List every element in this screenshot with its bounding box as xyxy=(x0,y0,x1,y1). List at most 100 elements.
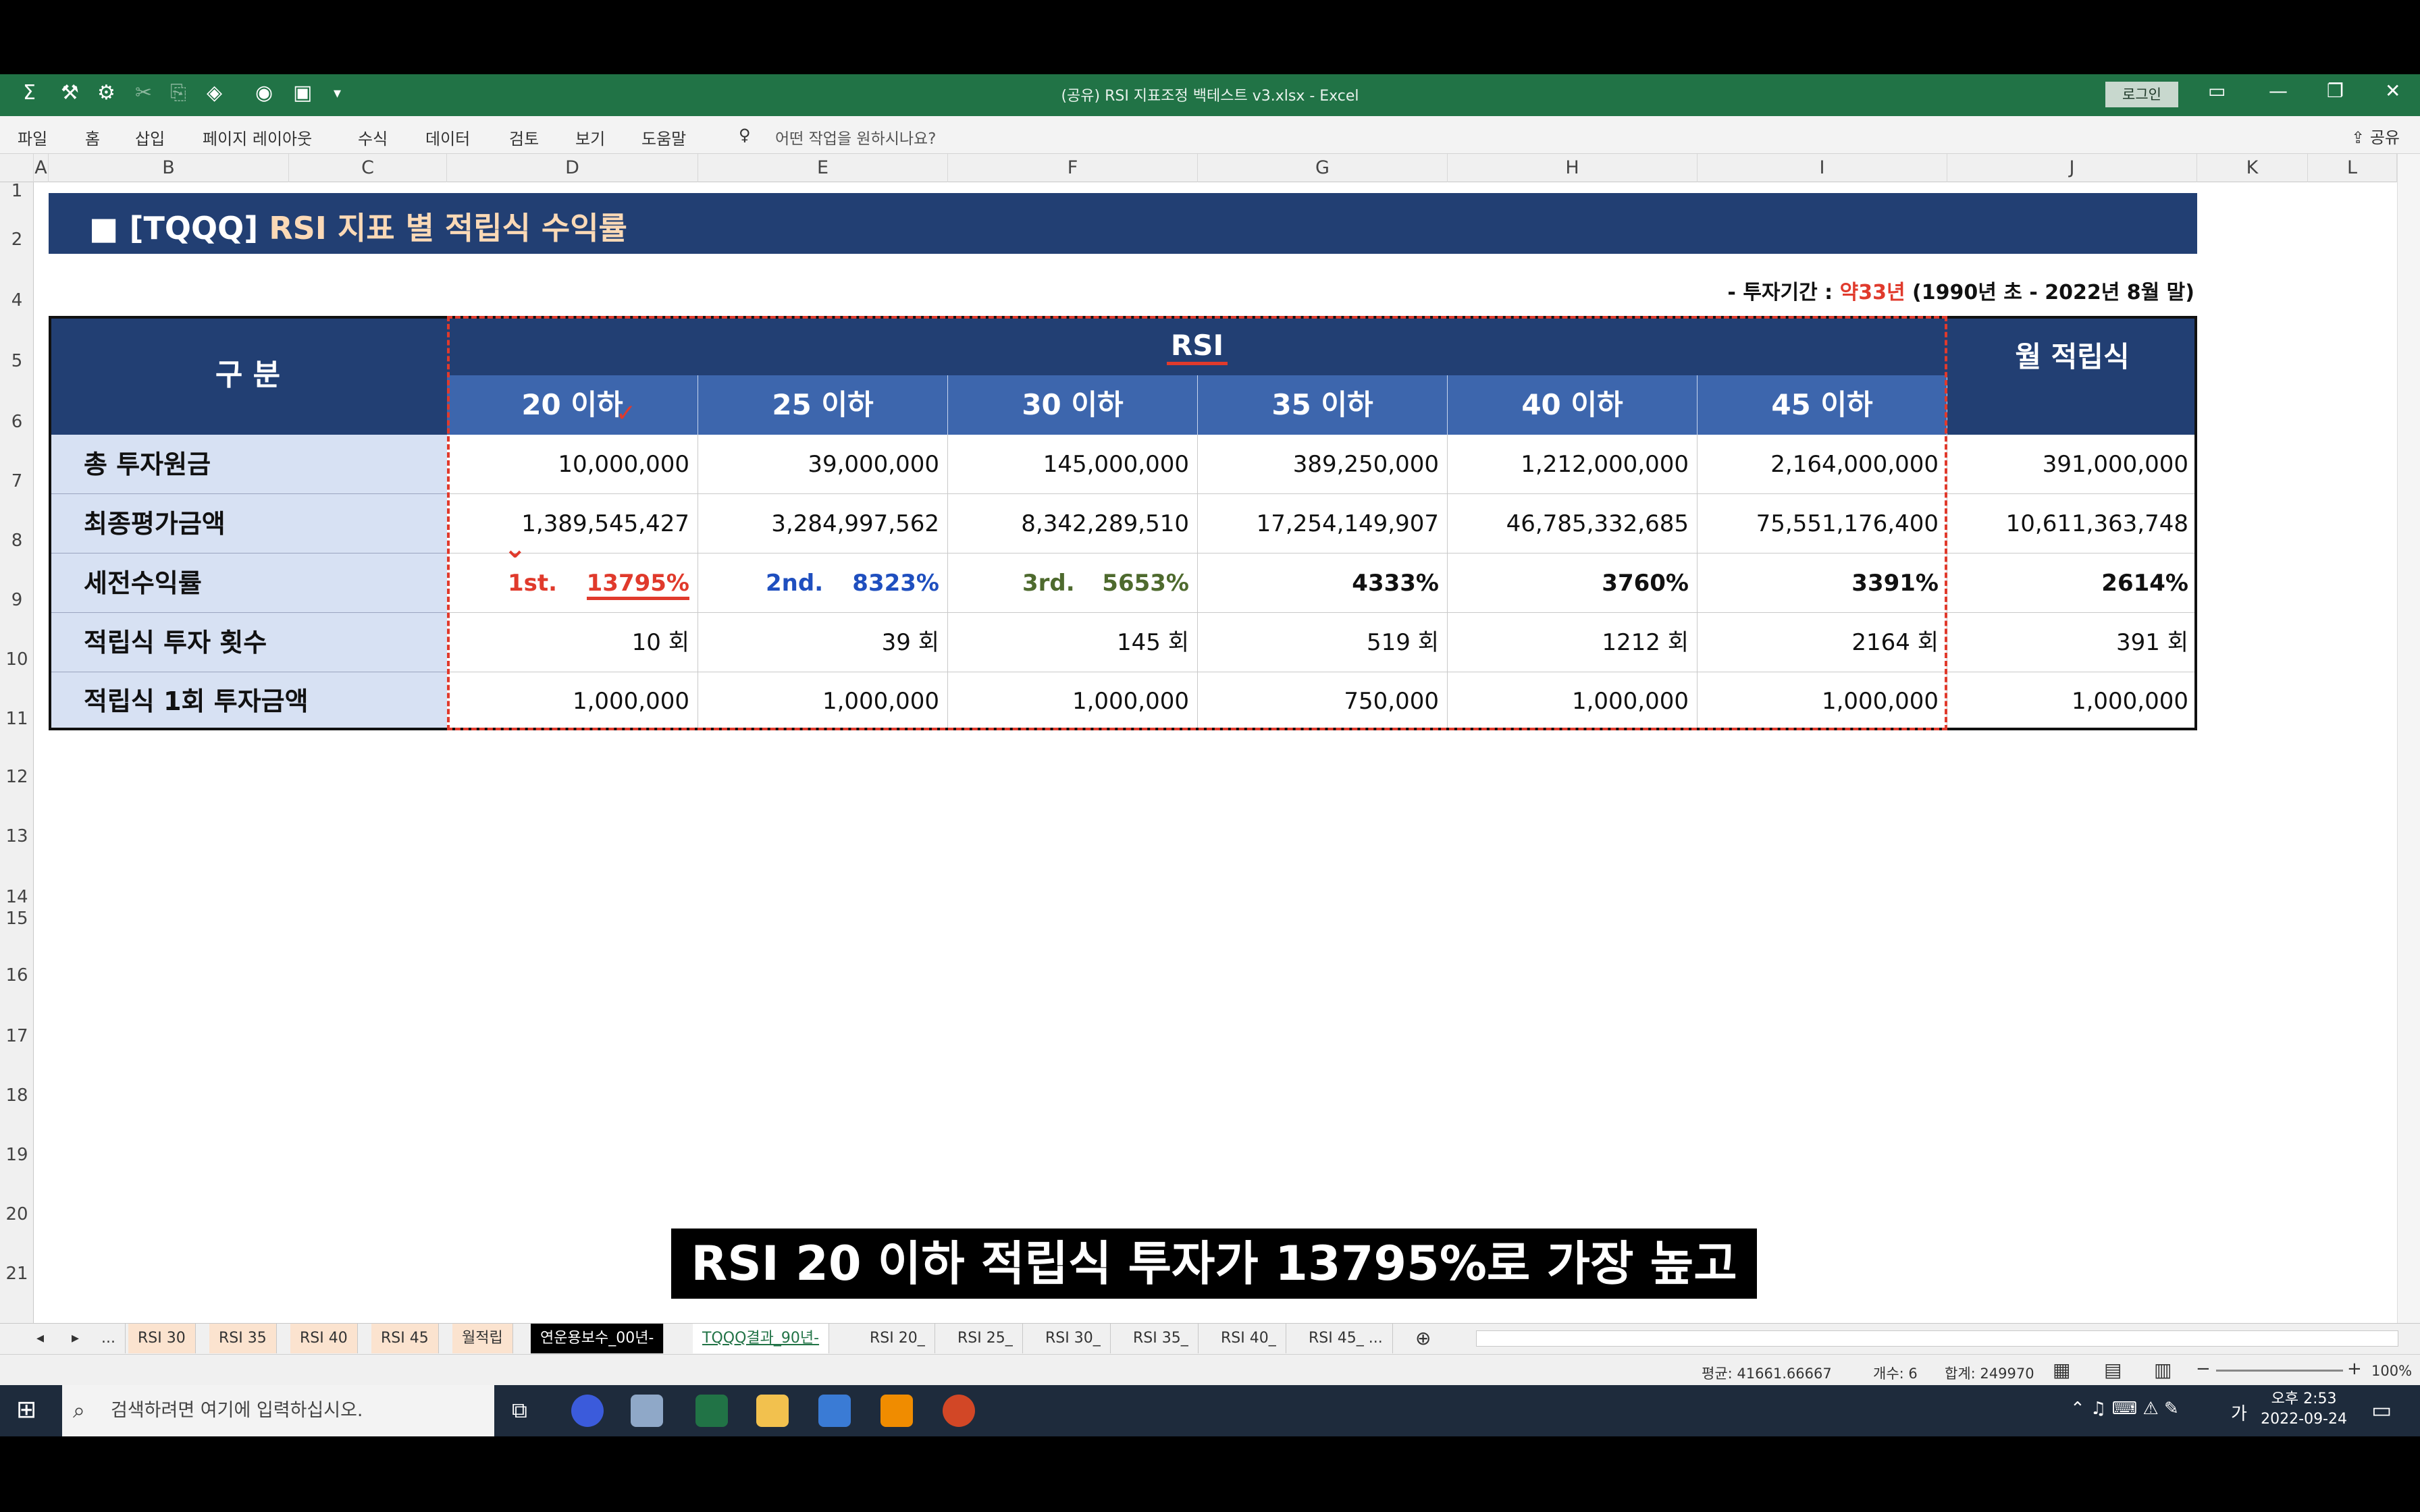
restore-icon[interactable]: ❐ xyxy=(2327,80,2344,102)
row-header[interactable]: 18 xyxy=(0,1085,34,1106)
notifications-icon[interactable]: ▭ xyxy=(2371,1397,2392,1423)
taskbar-search-input[interactable]: 검색하려면 여기에 입력하십시오. xyxy=(62,1385,494,1436)
tab-file[interactable]: 파일 xyxy=(18,126,47,149)
whale-browser-icon[interactable] xyxy=(571,1395,604,1427)
excel-icon[interactable] xyxy=(695,1395,728,1427)
taskbar: ⊞ 검색하려면 여기에 입력하십시오. ⌕ ⧉ ⌃ ♫ ⌨ ⚠ ✎ 가 오후 2… xyxy=(0,1385,2420,1436)
row-header[interactable]: 17 xyxy=(0,1026,34,1046)
sheet-tab[interactable]: RSI 35_ xyxy=(1124,1324,1199,1353)
row-header[interactable]: 2 xyxy=(0,230,34,250)
sheet-tab[interactable]: RSI 40 xyxy=(290,1324,358,1353)
ribbon-tabs: 파일 홈 삽입 페이지 레이아웃 수식 데이터 검토 보기 도움말 ♀ 어떤 작… xyxy=(0,116,2420,154)
tab-help[interactable]: 도움말 xyxy=(641,126,686,149)
clock-date: 2022-09-24 xyxy=(2261,1411,2347,1428)
row-header[interactable]: 15 xyxy=(0,909,34,929)
column-header-c[interactable]: C xyxy=(289,154,447,182)
row-header[interactable]: 16 xyxy=(0,965,34,986)
banner-square-icon: ■ xyxy=(89,210,119,246)
sheet-tab[interactable]: RSI 20_ xyxy=(860,1324,935,1353)
ribbon-display-icon[interactable]: ▭ xyxy=(2208,80,2226,102)
task-view-icon[interactable]: ⧉ xyxy=(512,1397,527,1424)
normal-view-icon[interactable]: ▦ xyxy=(2053,1359,2070,1381)
scroll-tabs-left-icon[interactable]: ◂ xyxy=(27,1324,53,1353)
sheet-tab[interactable]: 연운용보수_00년- xyxy=(531,1324,664,1353)
powerpoint-icon[interactable] xyxy=(943,1395,975,1427)
column-header-a[interactable]: A xyxy=(34,154,49,182)
share-label: 공유 xyxy=(2369,128,2400,147)
login-button[interactable]: 로그인 xyxy=(2105,82,2178,107)
sheet-tab[interactable]: RSI 30 xyxy=(128,1324,196,1353)
column-header-g[interactable]: G xyxy=(1198,154,1448,182)
file-explorer-icon[interactable] xyxy=(756,1395,789,1427)
minimize-icon[interactable]: — xyxy=(2269,80,2288,102)
zoom-out-icon[interactable]: − xyxy=(2196,1359,2211,1379)
app-icon[interactable] xyxy=(818,1395,851,1427)
period-suffix: (1990년 초 - 2022년 8월 말) xyxy=(1912,281,2194,304)
sheet-tab[interactable]: RSI 25_ xyxy=(948,1324,1023,1353)
row-header[interactable]: 13 xyxy=(0,826,34,846)
zoom-level[interactable]: 100% xyxy=(2371,1363,2412,1379)
row-header[interactable]: 21 xyxy=(0,1264,34,1284)
zoom-in-icon[interactable]: + xyxy=(2347,1359,2362,1379)
sheet-tab-bar: ◂ ▸ ... RSI 30 RSI 35 RSI 40 RSI 45 월적립 … xyxy=(0,1323,2420,1354)
vertical-scrollbar[interactable] xyxy=(2397,154,2420,1323)
scroll-tabs-right-icon[interactable]: ▸ xyxy=(62,1324,88,1353)
sheet-tab-more[interactable]: ... xyxy=(92,1324,126,1353)
page-break-view-icon[interactable]: ▥ xyxy=(2154,1359,2172,1381)
zoom-slider[interactable] xyxy=(2216,1370,2343,1372)
column-header-e[interactable]: E xyxy=(698,154,948,182)
row-header[interactable]: 10 xyxy=(0,649,34,670)
column-header-h[interactable]: H xyxy=(1448,154,1698,182)
row-header[interactable]: 4 xyxy=(0,290,34,310)
taskbar-clock[interactable]: 오후 2:53 2022-09-24 xyxy=(2261,1389,2347,1430)
column-header-b[interactable]: B xyxy=(49,154,289,182)
tab-view[interactable]: 보기 xyxy=(575,126,605,149)
tab-insert[interactable]: 삽입 xyxy=(135,126,165,149)
column-header-j[interactable]: J xyxy=(1947,154,2197,182)
column-header-f[interactable]: F xyxy=(948,154,1198,182)
add-sheet-icon[interactable]: ⊕ xyxy=(1406,1324,1440,1353)
sheet-tab[interactable]: RSI 30_ xyxy=(1036,1324,1111,1353)
row-header[interactable]: 6 xyxy=(0,412,34,432)
tab-review[interactable]: 검토 xyxy=(509,126,539,149)
bottom-letterbox xyxy=(0,1436,2420,1512)
tab-page-layout[interactable]: 페이지 레이아웃 xyxy=(203,126,312,149)
tab-data[interactable]: 데이터 xyxy=(425,126,470,149)
sheet-tab[interactable]: 월적립 xyxy=(452,1324,513,1353)
windows-start-icon[interactable]: ⊞ xyxy=(16,1396,36,1424)
app-icon[interactable] xyxy=(631,1395,663,1427)
sheet-tab[interactable]: RSI 45 xyxy=(371,1324,439,1353)
column-header-l[interactable]: L xyxy=(2308,154,2397,182)
share-button[interactable]: ⇪ 공유 xyxy=(2351,124,2400,148)
sheet-tab-active[interactable]: TQQQ결과_90년- xyxy=(693,1324,830,1353)
tray-icons[interactable]: ⌃ ♫ ⌨ ⚠ ✎ xyxy=(2070,1399,2179,1419)
tell-me-box[interactable]: 어떤 작업을 원하시나요? xyxy=(775,126,936,148)
row-header[interactable]: 19 xyxy=(0,1145,34,1165)
horizontal-scrollbar[interactable] xyxy=(1476,1330,2398,1347)
row-header[interactable]: 11 xyxy=(0,709,34,729)
sheet-tab[interactable]: RSI 45_ ... xyxy=(1299,1324,1393,1353)
column-header-k[interactable]: K xyxy=(2197,154,2308,182)
period-prefix: - 투자기간 : xyxy=(1727,281,1833,304)
tab-home[interactable]: 홈 xyxy=(85,126,100,149)
row-header[interactable]: 12 xyxy=(0,767,34,787)
magnifier-app-icon[interactable] xyxy=(880,1395,913,1427)
column-header-i[interactable]: I xyxy=(1698,154,1947,182)
sheet-tab[interactable]: RSI 35 xyxy=(209,1324,277,1353)
arrow-annotation: ⌄ xyxy=(504,533,527,564)
column-header-d[interactable]: D xyxy=(447,154,698,182)
close-icon[interactable]: ✕ xyxy=(2385,80,2400,102)
row-header[interactable]: 5 xyxy=(0,351,34,371)
ime-indicator[interactable]: 가 xyxy=(2231,1400,2247,1425)
select-all-corner[interactable] xyxy=(0,154,34,182)
page-layout-view-icon[interactable]: ▤ xyxy=(2104,1359,2122,1381)
row-header[interactable]: 8 xyxy=(0,531,34,551)
row-header[interactable]: 14 xyxy=(0,887,34,907)
sheet-tab[interactable]: RSI 40_ xyxy=(1211,1324,1286,1353)
tab-formulas[interactable]: 수식 xyxy=(358,126,388,149)
row-header[interactable]: 7 xyxy=(0,471,34,491)
row-header[interactable]: 9 xyxy=(0,590,34,610)
row-header[interactable]: 1 xyxy=(0,181,34,201)
row-header[interactable]: 20 xyxy=(0,1204,34,1224)
banner-title-text: RSI 지표 별 적립식 수익률 xyxy=(269,210,627,246)
